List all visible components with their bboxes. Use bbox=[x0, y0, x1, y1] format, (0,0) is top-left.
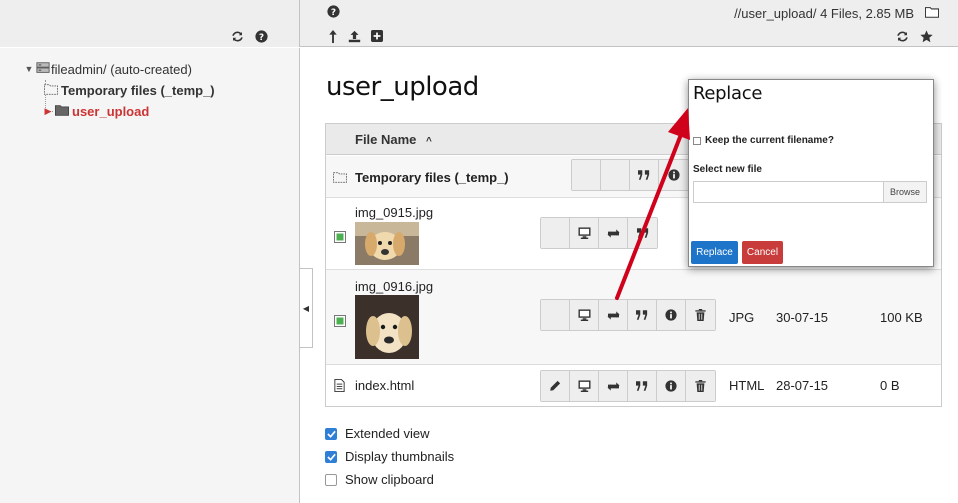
annotation-arrow bbox=[615, 108, 690, 300]
